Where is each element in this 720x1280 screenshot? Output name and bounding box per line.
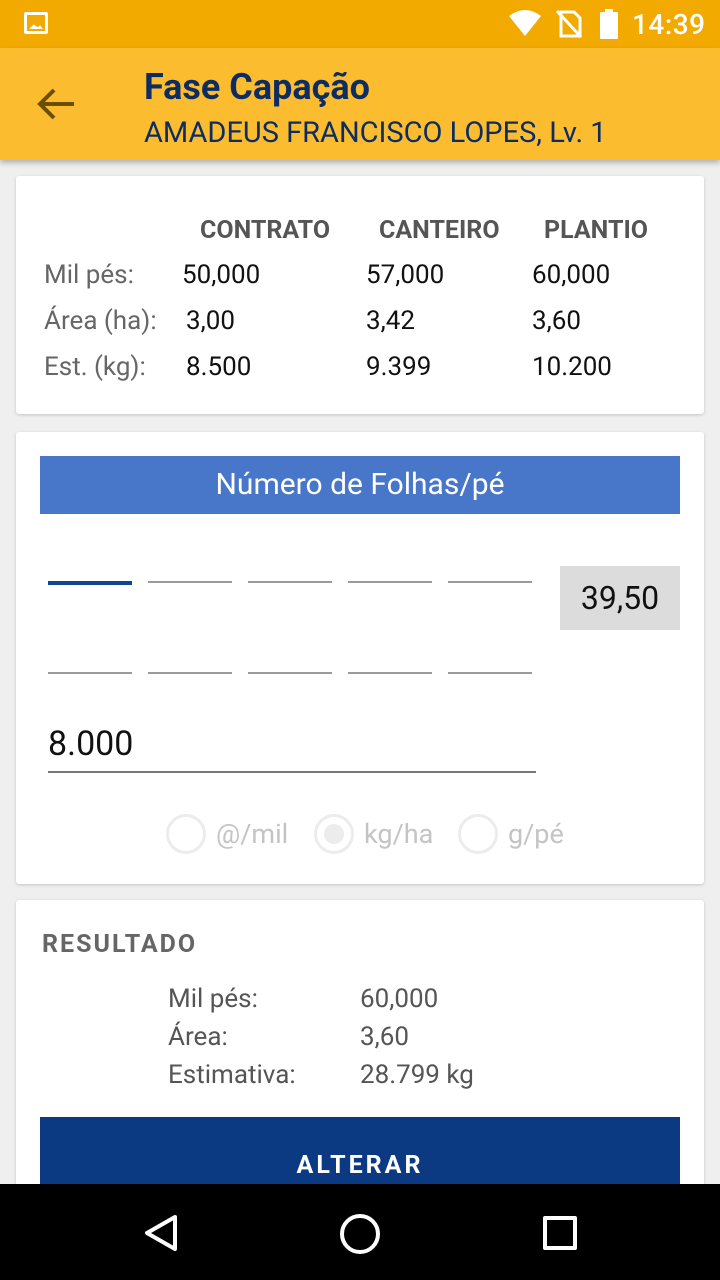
cell-value: 3,00 (186, 306, 235, 336)
cell-value: 60,000 (532, 260, 611, 290)
cell-value: 3,60 (532, 306, 581, 336)
cell-value: 57,000 (366, 260, 445, 290)
radio-label: kg/ha (364, 818, 434, 850)
navigation-bar (0, 1184, 720, 1280)
column-header-contrato: CONTRATO (200, 216, 331, 245)
cell-value: 3,42 (366, 306, 415, 336)
nav-back-icon[interactable] (142, 1214, 180, 1252)
leaf-count-field-5[interactable] (448, 581, 532, 583)
row-label-estimate: Est. (kg): (44, 352, 146, 382)
cell-value: 9.399 (366, 352, 432, 382)
radio-g-per-pe[interactable] (458, 814, 498, 854)
row-label-mil-pes: Mil pés: (44, 260, 134, 290)
leaf-count-field-9[interactable] (348, 672, 432, 674)
leaf-count-card: Número de Folhas/pé 39,50 8.000 @/mil kg… (16, 432, 704, 884)
radio-kg-per-ha[interactable] (314, 814, 354, 854)
back-arrow-icon[interactable] (34, 84, 78, 124)
leaf-count-field-4[interactable] (348, 581, 432, 583)
radio-arroba-per-mil[interactable] (166, 814, 206, 854)
cell-value: 10.200 (532, 352, 612, 382)
column-header-canteiro: CANTEIRO (379, 216, 500, 245)
productivity-input-underline (48, 771, 536, 773)
radio-label: @/mil (216, 818, 289, 850)
no-sim-icon (556, 10, 582, 38)
summary-card: CONTRATO CANTEIRO PLANTIO Mil pés: 50,00… (16, 176, 704, 414)
result-value: 3,60 (360, 1022, 409, 1052)
cell-value: 50,000 (182, 260, 261, 290)
result-heading: RESULTADO (42, 930, 198, 959)
image-notification-icon (24, 12, 48, 34)
leaf-count-field-10[interactable] (448, 672, 532, 674)
section-banner: Número de Folhas/pé (40, 456, 680, 514)
leaf-count-field-6[interactable] (48, 672, 132, 674)
battery-icon (600, 9, 618, 39)
leaf-count-field-3[interactable] (248, 581, 332, 583)
result-value: 28.799 kg (360, 1060, 474, 1090)
productivity-input[interactable]: 8.000 (48, 724, 133, 764)
leaf-count-field-1[interactable] (48, 581, 132, 585)
nav-home-icon[interactable] (340, 1214, 380, 1254)
result-label: Área: (168, 1022, 228, 1052)
nav-recents-icon[interactable] (543, 1216, 577, 1250)
leaf-count-field-2[interactable] (148, 581, 232, 583)
column-header-plantio: PLANTIO (544, 216, 648, 245)
radio-label: g/pé (508, 818, 564, 850)
page-subtitle: AMADEUS FRANCISCO LOPES, Lv. 1 (144, 116, 607, 150)
page-title: Fase Capação (144, 66, 370, 108)
app-bar: Fase Capação AMADEUS FRANCISCO LOPES, Lv… (0, 48, 720, 160)
clock: 14:39 (632, 8, 706, 41)
result-value: 60,000 (360, 984, 439, 1014)
leaf-count-field-8[interactable] (248, 672, 332, 674)
cell-value: 8.500 (186, 352, 252, 382)
wifi-icon (509, 10, 541, 36)
leaf-count-field-7[interactable] (148, 672, 232, 674)
leaf-average-display: 39,50 (560, 566, 680, 630)
result-label: Estimativa: (168, 1060, 296, 1090)
status-bar: 14:39 (0, 0, 720, 48)
result-label: Mil pés: (168, 984, 258, 1014)
row-label-area: Área (ha): (44, 306, 157, 336)
